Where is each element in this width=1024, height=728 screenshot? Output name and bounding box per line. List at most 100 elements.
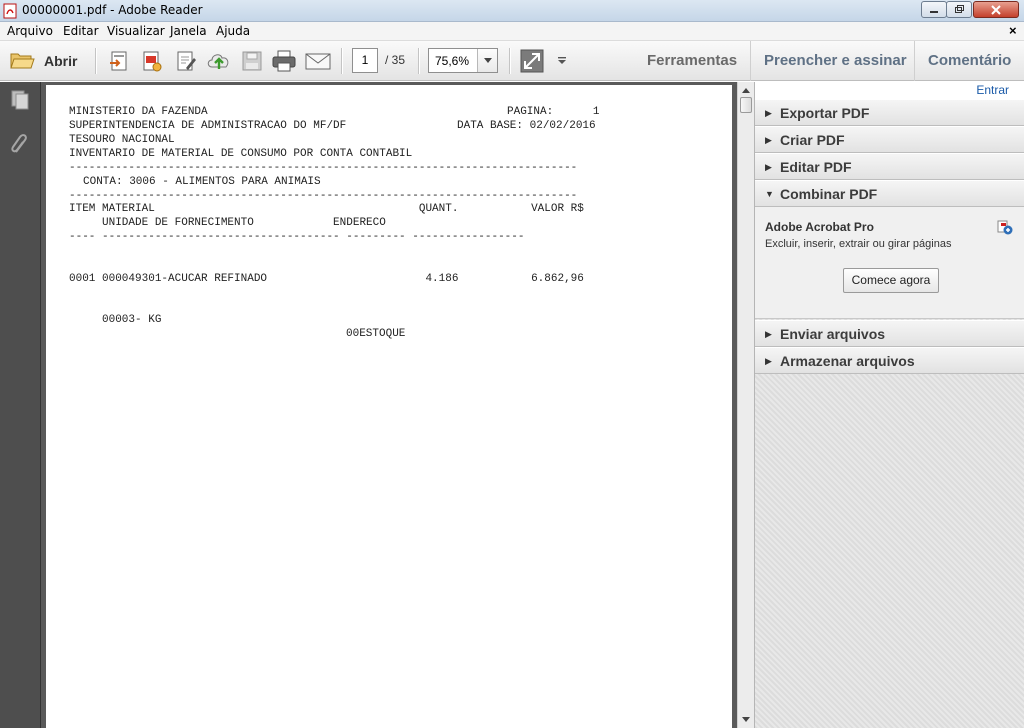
doc-column-header-2: UNIDADE DE FORNECIMENTO ENDERECO — [69, 217, 386, 229]
panel-label: Editar PDF — [780, 159, 852, 175]
toolbar: Abrir 1 / 35 75,6% Ferramentas Preencher… — [0, 41, 1024, 81]
open-label[interactable]: Abrir — [44, 53, 77, 69]
tab-separator — [914, 41, 915, 81]
create-pdf-icon — [143, 51, 162, 72]
menu-visualizar[interactable]: Visualizar — [107, 24, 165, 38]
scroll-up-icon — [742, 87, 750, 93]
panel-label: Combinar PDF — [780, 186, 878, 202]
toolbar-separator — [418, 48, 419, 74]
print-button[interactable] — [271, 48, 297, 74]
doc-header-line-1: MINISTERIO DA FAZENDA — [69, 106, 208, 118]
menu-janela[interactable]: Janela — [170, 24, 207, 38]
tab-fill-sign[interactable]: Preencher e assinar — [764, 52, 907, 69]
doc-base-date: DATA BASE: 02/02/2016 — [457, 120, 596, 132]
upload-cloud-icon — [207, 54, 229, 69]
doc-rule: ----------------------------------------… — [69, 162, 578, 174]
save-icon — [242, 51, 262, 71]
panel-send-files[interactable]: ▶ Enviar arquivos — [755, 320, 1024, 347]
upload-button[interactable] — [206, 48, 232, 74]
tab-separator — [750, 41, 751, 81]
panel-export-pdf[interactable]: ▶ Exportar PDF — [755, 99, 1024, 126]
adobe-pdf-icon — [3, 3, 17, 19]
panel-label: Armazenar arquivos — [780, 353, 915, 369]
edit-pdf-button[interactable] — [173, 48, 199, 74]
pages-panel-button[interactable] — [8, 88, 32, 112]
export-pdf-icon — [110, 51, 127, 71]
panel-store-files[interactable]: ▶ Armazenar arquivos — [755, 347, 1024, 374]
export-pdf-button[interactable] — [106, 48, 132, 74]
customize-toolbar-button[interactable] — [556, 55, 568, 67]
doc-header-line-2: SUPERINTENDENCIA DE ADMINISTRACAO DO MF/… — [69, 120, 347, 132]
toolbar-separator — [509, 48, 510, 74]
left-navigation-pane — [0, 82, 41, 728]
collapse-arrow-icon: ▼ — [765, 189, 774, 199]
document-area[interactable]: MINISTERIO DA FAZENDA PAGINA: 1 SUPERINT… — [41, 82, 737, 728]
acrobat-pro-description: Excluir, inserir, extrair ou girar págin… — [765, 238, 952, 250]
close-window-button[interactable] — [973, 1, 1019, 18]
menu-bar: Arquivo Editar Visualizar Janela Ajuda × — [0, 22, 1024, 41]
start-now-button[interactable]: Comece agora — [843, 268, 939, 293]
close-document-button[interactable]: × — [1009, 23, 1017, 38]
scroll-down-icon — [742, 716, 750, 722]
combine-pdf-body: Adobe Acrobat Pro Excluir, inserir, extr… — [755, 207, 1024, 319]
save-button[interactable] — [239, 48, 265, 74]
panel-label: Criar PDF — [780, 132, 845, 148]
attachments-button[interactable] — [8, 132, 32, 156]
panel-edit-pdf[interactable]: ▶ Editar PDF — [755, 153, 1024, 180]
attachments-icon — [11, 134, 27, 153]
title-bar: 00000001.pdf - Adobe Reader — [0, 0, 1024, 22]
acrobat-info-icon[interactable] — [997, 219, 1013, 235]
fullscreen-icon — [520, 49, 544, 73]
pages-panel-icon — [11, 90, 29, 110]
signin-link[interactable]: Entrar — [976, 83, 1009, 97]
expand-arrow-icon: ▶ — [765, 108, 772, 118]
page-total: / 35 — [385, 53, 406, 67]
create-pdf-button[interactable] — [139, 48, 165, 74]
minimize-icon — [930, 10, 938, 13]
page-number-input[interactable]: 1 — [352, 48, 378, 73]
open-button[interactable] — [9, 48, 35, 74]
vertical-scrollbar[interactable] — [737, 82, 754, 728]
menu-ajuda[interactable]: Ajuda — [216, 24, 250, 38]
panel-create-pdf[interactable]: ▶ Criar PDF — [755, 126, 1024, 153]
expand-arrow-icon: ▶ — [765, 162, 772, 172]
panel-label: Exportar PDF — [780, 105, 870, 121]
close-icon — [991, 4, 1001, 15]
doc-header-line-4: INVENTARIO DE MATERIAL DE CONSUMO POR CO… — [69, 148, 413, 160]
menu-arquivo[interactable]: Arquivo — [7, 24, 53, 38]
expand-arrow-icon: ▶ — [765, 135, 772, 145]
email-button[interactable] — [305, 48, 331, 74]
maximize-button[interactable] — [946, 1, 972, 18]
scroll-up-button[interactable] — [741, 85, 751, 95]
zoom-dropdown-button[interactable] — [477, 49, 497, 72]
fullscreen-button[interactable] — [519, 48, 545, 74]
zoom-value: 75,6% — [435, 54, 470, 68]
doc-item-row: 0001 000049301-ACUCAR REFINADO 4.186 6.8… — [69, 273, 584, 285]
restore-icon — [955, 5, 964, 13]
doc-column-header-1: ITEM MATERIAL QUANT. VALOR R$ — [69, 203, 584, 215]
doc-header-line-3: TESOURO NACIONAL — [69, 134, 175, 146]
chevron-down-icon — [483, 58, 492, 63]
doc-column-rule: ---- -----------------------------------… — [69, 231, 525, 243]
expand-arrow-icon: ▶ — [765, 356, 772, 366]
signin-strip: Entrar — [755, 82, 1024, 99]
scroll-down-button[interactable] — [741, 714, 751, 724]
panel-combine-pdf[interactable]: ▼ Combinar PDF — [755, 180, 1024, 207]
tab-comment[interactable]: Comentário — [928, 52, 1011, 69]
menu-editar[interactable]: Editar — [63, 24, 99, 38]
window-title: 00000001.pdf - Adobe Reader — [22, 3, 203, 17]
customize-toolbar-icon — [558, 57, 566, 64]
panel-label: Enviar arquivos — [780, 326, 886, 342]
edit-pdf-icon — [177, 51, 196, 71]
tab-tools[interactable]: Ferramentas — [647, 52, 737, 69]
doc-account: CONTA: 3006 - ALIMENTOS PARA ANIMAIS — [83, 176, 321, 188]
toolbar-separator — [341, 48, 342, 74]
zoom-select[interactable]: 75,6% — [428, 48, 498, 73]
doc-item-address: 00ESTOQUE — [346, 328, 406, 340]
expand-arrow-icon: ▶ — [765, 329, 772, 339]
minimize-button[interactable] — [921, 1, 947, 18]
scrollbar-thumb[interactable] — [740, 97, 752, 113]
toolbar-separator — [95, 48, 96, 74]
doc-item-unit: 00003- KG — [69, 314, 162, 326]
doc-rule: ----------------------------------------… — [69, 190, 578, 202]
